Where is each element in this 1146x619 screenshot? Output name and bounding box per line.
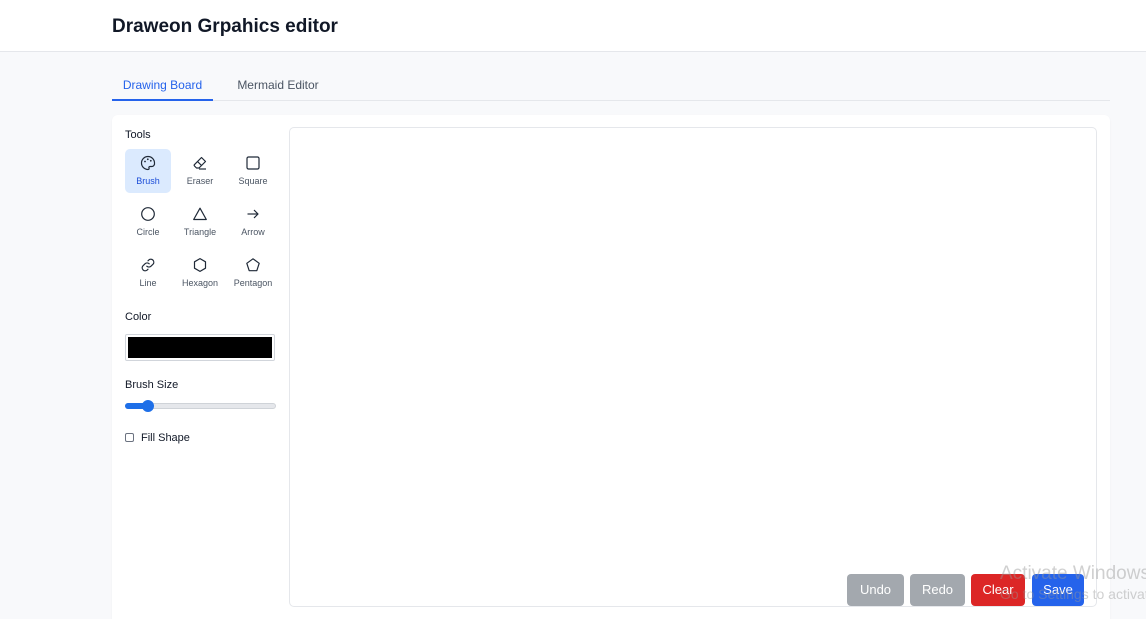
tab-drawing-board[interactable]: Drawing Board	[112, 71, 213, 101]
drawing-canvas[interactable]: Undo Redo Clear Save	[289, 127, 1097, 607]
tool-label: Circle	[136, 227, 160, 237]
square-icon	[246, 156, 260, 170]
tool-label: Hexagon	[181, 278, 219, 288]
tool-triangle[interactable]: Triangle	[177, 200, 223, 244]
clear-button[interactable]: Clear	[971, 574, 1025, 606]
pentagon-icon	[246, 258, 260, 272]
triangle-icon	[193, 207, 207, 221]
fill-shape-label: Fill Shape	[141, 432, 190, 444]
color-label: Color	[125, 311, 152, 323]
tool-label: Pentagon	[233, 278, 273, 288]
tab-bar: Drawing Board Mermaid Editor	[112, 71, 1110, 101]
tool-circle[interactable]: Circle	[125, 200, 171, 244]
brush-size-slider[interactable]	[125, 400, 276, 412]
app-title: Draweon Grpahics editor	[112, 16, 338, 37]
color-swatch-fill	[128, 337, 272, 358]
tool-brush[interactable]: Brush	[125, 149, 171, 193]
slider-thumb[interactable]	[142, 400, 154, 412]
tool-label: Triangle	[183, 227, 217, 237]
redo-button[interactable]: Redo	[910, 574, 965, 606]
tool-label: Eraser	[186, 176, 214, 186]
tools-label: Tools	[125, 129, 151, 141]
undo-button[interactable]: Undo	[847, 574, 904, 606]
color-picker[interactable]	[125, 334, 275, 361]
hexagon-icon	[193, 258, 207, 272]
app-header: Draweon Grpahics editor	[0, 0, 1146, 52]
arrow-right-icon	[247, 209, 259, 219]
tool-label: Brush	[136, 176, 160, 186]
save-button[interactable]: Save	[1032, 574, 1084, 606]
tool-label: Line	[139, 278, 157, 288]
tool-line[interactable]: Line	[125, 251, 171, 295]
tool-label: Square	[238, 176, 268, 186]
tool-hexagon[interactable]: Hexagon	[177, 251, 223, 295]
circle-icon	[141, 207, 155, 221]
tab-mermaid-editor[interactable]: Mermaid Editor	[225, 71, 331, 101]
eraser-icon	[193, 156, 207, 170]
palette-icon	[140, 155, 156, 171]
tool-square[interactable]: Square	[230, 149, 276, 193]
brush-size-label: Brush Size	[125, 379, 179, 391]
tool-arrow[interactable]: Arrow	[230, 200, 276, 244]
editor-panel: Tools Brush Eraser Square Circle Triangl…	[112, 115, 1110, 619]
tool-pentagon[interactable]: Pentagon	[230, 251, 276, 295]
tool-label: Arrow	[241, 227, 265, 237]
tool-eraser[interactable]: Eraser	[177, 149, 223, 193]
fill-shape-checkbox[interactable]	[125, 433, 134, 442]
link-icon	[141, 258, 155, 272]
